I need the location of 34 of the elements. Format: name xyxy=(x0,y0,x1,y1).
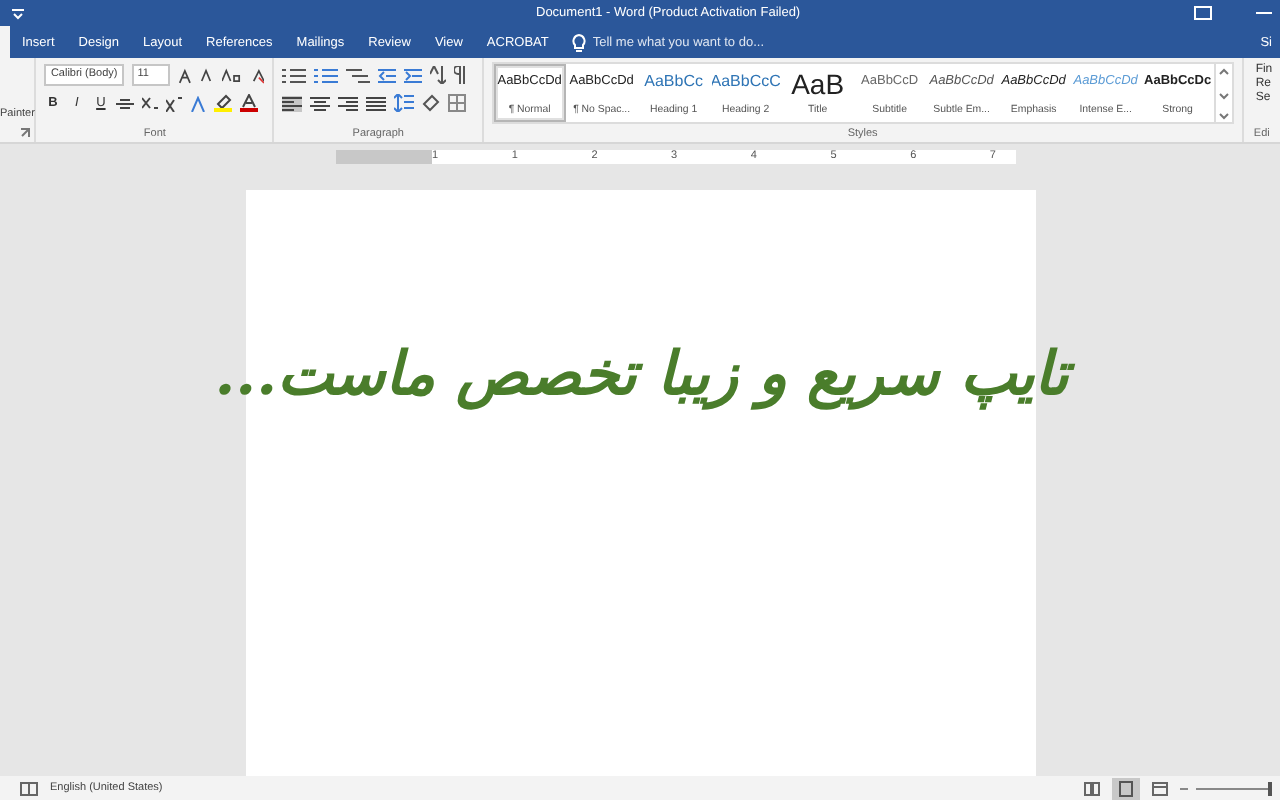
justify-icon[interactable] xyxy=(366,95,387,111)
quick-access-icon[interactable] xyxy=(12,7,24,19)
read-mode-icon[interactable] xyxy=(1084,781,1100,795)
sort-icon[interactable] xyxy=(430,66,447,84)
decrease-indent-icon[interactable] xyxy=(378,67,397,83)
web-layout-icon[interactable] xyxy=(1152,781,1168,795)
proofing-icon xyxy=(20,781,38,795)
change-case-icon[interactable] xyxy=(222,68,244,82)
font-color-icon[interactable] xyxy=(240,94,259,112)
zoom-slider-icon[interactable] xyxy=(1180,781,1272,795)
ribbon-display-icon[interactable] xyxy=(1194,6,1212,20)
superscript-icon[interactable] xyxy=(166,95,183,111)
numbering-icon[interactable] xyxy=(314,67,339,83)
subscript-icon[interactable] xyxy=(142,95,159,111)
line-spacing-icon[interactable] xyxy=(394,94,415,112)
grow-font-icon[interactable] xyxy=(177,67,193,83)
pilcrow-icon[interactable] xyxy=(454,66,467,84)
align-right-icon[interactable] xyxy=(338,95,359,111)
print-layout-icon[interactable] xyxy=(1112,777,1140,799)
align-left-icon[interactable] xyxy=(282,95,303,111)
highlight-icon[interactable] xyxy=(214,94,233,112)
gallery-scroll-icon[interactable] xyxy=(1217,63,1230,123)
increase-indent-icon[interactable] xyxy=(404,67,423,83)
align-center-icon[interactable] xyxy=(310,95,331,111)
lightbulb-icon xyxy=(572,33,587,51)
strikethrough-icon[interactable] xyxy=(116,97,135,109)
multilevel-list-icon[interactable] xyxy=(346,67,371,83)
dialog-launcher-icon[interactable] xyxy=(20,128,31,138)
shrink-font-icon[interactable] xyxy=(200,68,215,82)
shading-icon[interactable] xyxy=(422,94,441,112)
text-effects-icon[interactable] xyxy=(190,95,207,111)
bullets-icon[interactable] xyxy=(282,67,307,83)
clear-formatting-icon[interactable] xyxy=(251,67,265,83)
borders-icon[interactable] xyxy=(448,94,467,112)
